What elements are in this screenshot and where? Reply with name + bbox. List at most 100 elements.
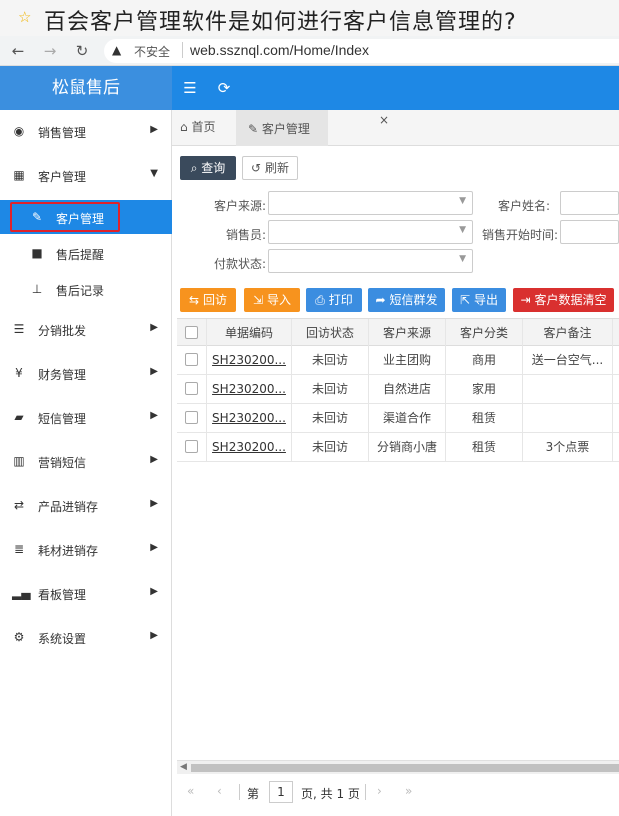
column-header[interactable]: 回访状态 (292, 319, 369, 347)
sidebar-item-finance[interactable]: ¥ 财务管理 ▶ (0, 352, 172, 396)
import-button[interactable]: ⇲ 导入 (244, 288, 300, 312)
reload-icon[interactable]: ↻ (72, 41, 92, 61)
first-page-icon[interactable]: « (187, 784, 194, 798)
row-checkbox[interactable] (185, 382, 198, 395)
payment-label: 付款状态: (213, 257, 266, 271)
sidebar: ◉ 销售管理 ▶ ▦ 客户管理 ▼ ✎ 客户管理 ■ 售后提醒 ⊥ 售后记录 ☰… (0, 110, 172, 816)
sidebar-item-customers[interactable]: ▦ 客户管理 ▼ (0, 154, 172, 198)
forward-arrow-icon[interactable]: → (40, 41, 60, 61)
table-cell: 商用 (446, 346, 523, 374)
file-icon: ■ (31, 246, 43, 260)
scroll-left-icon[interactable]: ◀ (180, 762, 187, 772)
column-header[interactable]: 客户分类 (446, 319, 523, 347)
source-select[interactable]: ▼ (268, 191, 473, 215)
tab-label: 客户管理 (261, 122, 310, 136)
caret-down-icon: ▼ (459, 254, 466, 264)
row-checkbox-cell (177, 433, 207, 461)
open-book-icon: ▥ (13, 454, 25, 468)
order-code-link[interactable]: SH230200... (207, 346, 292, 374)
pagination: « ‹ 第 1 页, 共 1 页 › » (177, 778, 619, 808)
brand-name: 松鼠售后 (52, 78, 120, 98)
sidebar-item-label: 产品进销存 (38, 500, 99, 514)
address-bar[interactable]: ▲ 不安全 web.ssznql.com/Home/Index (104, 39, 619, 63)
calendar-icon: ▦ (13, 168, 25, 182)
brand-area: 松鼠售后 (0, 66, 172, 110)
sidebar-subitem-aftersale-reminder[interactable]: ■ 售后提醒 (0, 236, 172, 270)
edit-icon: ✎ (248, 122, 259, 136)
refresh-button[interactable]: ↺ 刷新 (242, 156, 298, 180)
table-cell (523, 375, 613, 403)
tab-customer-management[interactable]: ✎ 客户管理 × (236, 110, 389, 146)
row-checkbox-cell (177, 346, 207, 374)
table-cell: 租赁 (446, 433, 523, 461)
table-row[interactable]: SH230200... 未回访 业主团购 商用 送一台空气... (177, 346, 619, 375)
export-icon: ⇱ (460, 293, 471, 307)
sms-broadcast-button[interactable]: ➦ 短信群发 (368, 288, 445, 312)
table-row[interactable]: SH230200... 未回访 渠道合作 租赁 (177, 404, 619, 433)
undo-icon: ↺ (251, 161, 262, 175)
sidebar-item-sms[interactable]: ▰ 短信管理 ▶ (0, 396, 172, 440)
row-checkbox-cell (177, 404, 207, 432)
last-page-icon[interactable]: » (405, 784, 412, 798)
print-button[interactable]: ⎙ 打印 (306, 288, 362, 312)
sidebar-item-label: 财务管理 (38, 368, 87, 382)
close-icon[interactable]: × (379, 113, 389, 127)
sidebar-subitem-aftersale-records[interactable]: ⊥ 售后记录 (0, 272, 172, 306)
row-checkbox[interactable] (185, 411, 198, 424)
page-number-input[interactable]: 1 (269, 781, 293, 803)
highlight-outline (10, 202, 120, 232)
chevron-right-icon: ▶ (150, 410, 158, 421)
clear-data-button[interactable]: ⇥ 客户数据清空 (513, 288, 614, 312)
table-cell (523, 404, 613, 432)
sitemap-icon: ⊥ (31, 282, 43, 296)
table-cell: 送一台空气... (523, 346, 613, 374)
row-checkbox[interactable] (185, 353, 198, 366)
book-icon: ▰ (14, 410, 24, 424)
table-cell: 未回访 (292, 433, 369, 461)
column-header[interactable]: 客户来源 (369, 319, 446, 347)
select-all-checkbox[interactable] (185, 326, 198, 339)
sidebar-item-label: 售后提醒 (56, 248, 105, 262)
caret-down-icon: ▼ (459, 196, 466, 206)
chevron-right-icon: ▶ (150, 124, 158, 135)
sidebar-item-sales[interactable]: ◉ 销售管理 ▶ (0, 110, 172, 154)
sale-start-input[interactable] (560, 220, 619, 244)
scrollbar-thumb[interactable] (191, 764, 619, 772)
order-code-link[interactable]: SH230200... (207, 433, 292, 461)
chevron-right-icon: ▶ (150, 498, 158, 509)
column-header[interactable]: 单据编码 (207, 319, 292, 347)
table-row[interactable]: SH230200... 未回访 自然进店 家用 (177, 375, 619, 404)
sidebar-item-marketing-sms[interactable]: ▥ 营销短信 ▶ (0, 440, 172, 484)
revisit-button[interactable]: ⇆ 回访 (180, 288, 236, 312)
source-label: 客户来源: (213, 199, 266, 213)
table-row[interactable]: SH230200... 未回访 分销商小唐 租赁 3个点票 (177, 433, 619, 462)
row-checkbox-cell (177, 375, 207, 403)
next-page-icon[interactable]: › (377, 784, 382, 798)
back-arrow-icon[interactable]: ← (8, 41, 28, 61)
name-input[interactable] (560, 191, 619, 215)
payment-select[interactable]: ▼ (268, 249, 473, 273)
sidebar-item-dashboard[interactable]: ▂▄ 看板管理 ▶ (0, 572, 172, 616)
order-code-link[interactable]: SH230200... (207, 375, 292, 403)
sidebar-item-label: 短信管理 (38, 412, 87, 426)
sidebar-item-settings[interactable]: ⚙ 系统设置 ▶ (0, 616, 172, 660)
order-code-link[interactable]: SH230200... (207, 404, 292, 432)
tab-home[interactable]: ⌂ 首页 (180, 118, 215, 138)
table-cell: 未回访 (292, 346, 369, 374)
horizontal-scrollbar[interactable]: ◀ (177, 760, 619, 774)
sales-select[interactable]: ▼ (268, 220, 473, 244)
query-button[interactable]: ⌕ 查询 (180, 156, 236, 180)
sidebar-item-distribution[interactable]: ☰ 分销批发 ▶ (0, 308, 172, 352)
export-button[interactable]: ⇱ 导出 (452, 288, 506, 312)
select-all-cell (177, 319, 207, 347)
page-prefix: 第 (247, 787, 260, 801)
row-checkbox[interactable] (185, 440, 198, 453)
column-header[interactable]: 客户备注 (523, 319, 613, 347)
sidebar-item-consumables-inventory[interactable]: ≣ 耗材进销存 ▶ (0, 528, 172, 572)
refresh-icon[interactable]: ⟳ (214, 78, 234, 98)
divider (239, 784, 240, 800)
menu-toggle-icon[interactable]: ☰ (180, 78, 200, 98)
sidebar-item-product-inventory[interactable]: ⇄ 产品进销存 ▶ (0, 484, 172, 528)
prev-page-icon[interactable]: ‹ (217, 784, 222, 798)
table-cell: 自然进店 (369, 375, 446, 403)
